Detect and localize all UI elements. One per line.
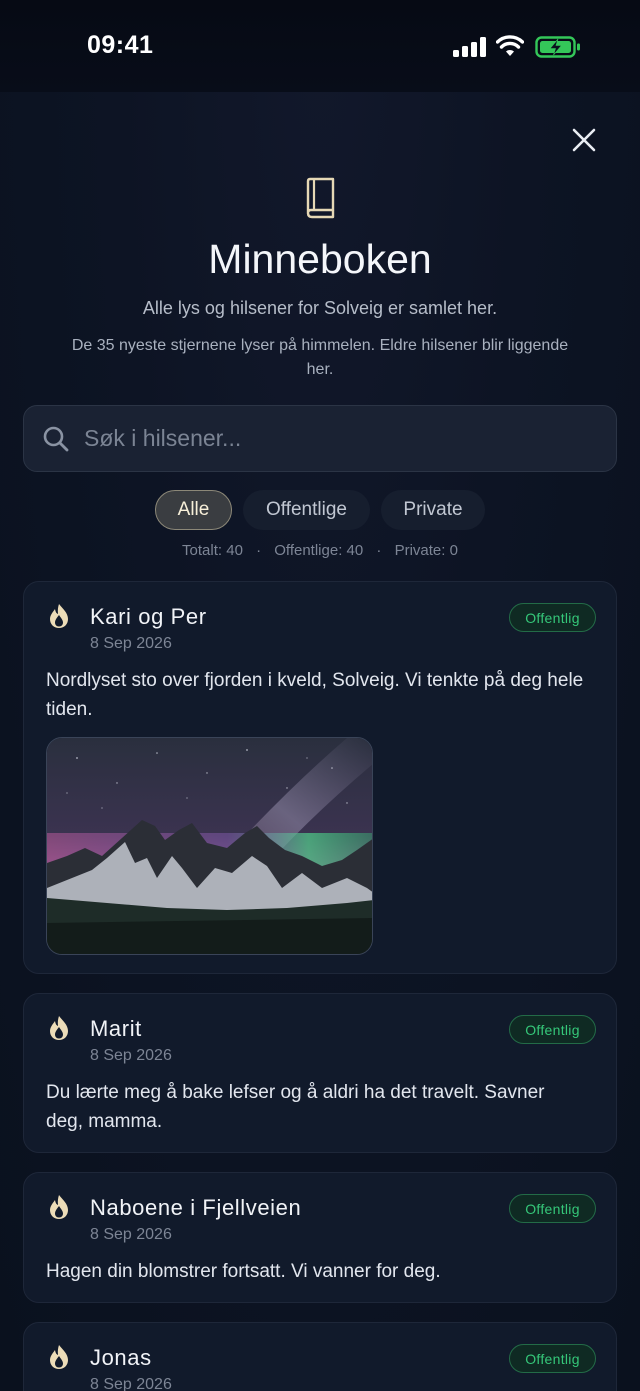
memory-book-screen: 09:41 Minneboken Alle lys og hilsener fo… [0, 0, 640, 1391]
visibility-badge: Offentlig [509, 1194, 596, 1223]
message-counts: Totalt: 40 · Offentlige: 40 · Private: 0 [0, 542, 640, 559]
candle-flame-icon [50, 1016, 68, 1040]
message-author: Jonas [90, 1345, 152, 1370]
message-card[interactable]: Kari og Per 8 Sep 2026 Offentlig Nordlys… [23, 581, 617, 974]
message-author: Naboene i Fjellveien [90, 1195, 302, 1220]
count-public: Offentlige: 40 [274, 542, 364, 559]
message-author: Marit [90, 1016, 142, 1041]
message-date: 8 Sep 2026 [90, 635, 172, 652]
message-author: Kari og Per [90, 604, 207, 629]
candle-flame-icon [50, 1345, 68, 1369]
filter-tabs: Alle Offentlige Private [0, 490, 640, 530]
count-separator: · [376, 542, 382, 559]
message-card[interactable]: Jonas 8 Sep 2026 Offentlig [23, 1322, 617, 1391]
message-card[interactable]: Naboene i Fjellveien 8 Sep 2026 Offentli… [23, 1172, 617, 1303]
close-button[interactable] [566, 122, 602, 158]
message-date: 8 Sep 2026 [90, 1376, 172, 1391]
message-text: Nordlyset sto over fjorden i kveld, Solv… [46, 670, 584, 720]
filter-private[interactable]: Private [381, 490, 485, 530]
search-icon [43, 426, 69, 451]
page-title: Minneboken [208, 236, 432, 282]
book-icon [306, 177, 335, 219]
battery-charging-icon [535, 36, 580, 58]
message-text: Du lærte meg å bake lefser og å aldri ha… [46, 1082, 545, 1132]
stars-note: De 35 nyeste stjernene lyser på himmelen… [71, 337, 569, 378]
visibility-badge: Offentlig [509, 603, 596, 632]
visibility-badge: Offentlig [509, 1344, 596, 1373]
search-input[interactable] [84, 425, 584, 452]
count-separator: · [256, 542, 262, 559]
count-private: Private: 0 [394, 542, 458, 559]
status-bar: 09:41 [0, 0, 640, 92]
message-date: 8 Sep 2026 [90, 1047, 172, 1064]
candle-flame-icon [50, 604, 68, 628]
filter-all[interactable]: Alle [155, 490, 232, 530]
wifi-icon [496, 35, 524, 56]
message-card[interactable]: Marit 8 Sep 2026 Offentlig Du lærte meg … [23, 993, 617, 1153]
close-icon [572, 128, 596, 152]
visibility-badge: Offentlig [509, 1015, 596, 1044]
count-total: Totalt: 40 [182, 542, 243, 559]
filter-public[interactable]: Offentlige [243, 490, 370, 530]
page-subtitle: Alle lys og hilsener for Solveig er saml… [142, 298, 498, 318]
message-text: Hagen din blomstrer fortsatt. Vi vanner … [46, 1261, 441, 1282]
status-time: 09:41 [87, 31, 154, 59]
message-photo[interactable] [46, 737, 373, 955]
candle-flame-icon [50, 1195, 68, 1219]
cellular-signal-icon [453, 37, 486, 57]
message-date: 8 Sep 2026 [90, 1226, 172, 1243]
aurora-mountain-photo [47, 738, 372, 954]
search-box[interactable] [23, 405, 617, 472]
